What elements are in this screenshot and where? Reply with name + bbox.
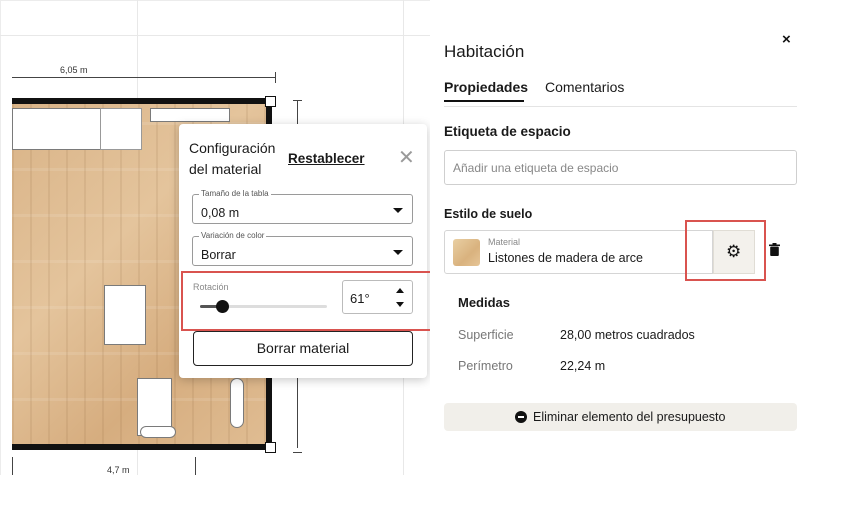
corner-handle[interactable] <box>265 96 276 107</box>
material-settings-popup: Configuración del material Restablecer ✕… <box>179 124 432 378</box>
floor-material-selector[interactable]: Material Listones de madera de arce <box>444 230 713 274</box>
dimension-tick <box>293 100 302 101</box>
floor-style-heading: Estilo de suelo <box>444 207 533 221</box>
board-size-legend: Tamaño de la tabla <box>199 189 271 199</box>
close-icon[interactable]: ✕ <box>398 148 415 168</box>
clear-material-button[interactable]: Borrar material <box>193 331 413 366</box>
material-name: Listones de madera de arce <box>488 251 643 265</box>
trash-icon[interactable] <box>769 243 780 259</box>
grid-line <box>0 35 430 36</box>
board-size-select[interactable]: Tamaño de la tabla 0,08 m <box>192 189 413 224</box>
chevron-down-icon <box>393 250 403 255</box>
divider <box>444 106 797 107</box>
rotation-slider[interactable] <box>200 300 327 313</box>
wall-bottom[interactable] <box>12 444 275 450</box>
measure-key-area: Superficie <box>458 328 514 342</box>
dimension-tick <box>293 452 302 453</box>
close-icon[interactable]: × <box>782 31 791 48</box>
color-variation-legend: Variación de color <box>199 231 267 241</box>
space-label-input[interactable]: Añadir una etiqueta de espacio <box>444 150 797 185</box>
table-furniture[interactable] <box>104 285 146 345</box>
material-caption: Material <box>488 237 521 247</box>
tab-comments[interactable]: Comentarios <box>545 79 624 95</box>
wall-top[interactable] <box>12 98 275 104</box>
dimension-tick <box>12 457 13 475</box>
board-size-value: 0,08 m <box>201 206 240 220</box>
measure-value-area: 28,00 metros cuadrados <box>560 328 695 342</box>
corner-handle[interactable] <box>265 442 276 453</box>
color-variation-value: Borrar <box>201 248 236 262</box>
dimension-label-top: 6,05 m <box>60 65 88 75</box>
tab-properties[interactable]: Propiedades <box>444 79 528 95</box>
measure-key-perimeter: Perímetro <box>458 359 513 373</box>
dimension-line-top <box>12 77 276 78</box>
space-label-heading: Etiqueta de espacio <box>444 124 571 139</box>
popup-title: Configuración del material <box>189 140 276 177</box>
chevron-down-icon <box>393 208 403 213</box>
panel-title: Habitación <box>444 42 525 61</box>
rotation-value: 61° <box>350 291 370 306</box>
sofa-cushion <box>100 108 142 150</box>
settings-highlight <box>685 220 766 281</box>
stool-furniture[interactable] <box>140 426 176 438</box>
properties-panel: Habitación × Propiedades Comentarios Eti… <box>430 0 847 507</box>
dimension-label-bottom: 4,7 m <box>107 465 130 475</box>
slider-thumb[interactable] <box>215 300 229 313</box>
remove-button-label: Eliminar elemento del presupuesto <box>533 410 726 424</box>
material-swatch <box>453 239 480 266</box>
dimension-tick <box>195 457 196 475</box>
chevron-up-icon[interactable] <box>396 288 404 293</box>
measure-value-perimeter: 22,24 m <box>560 359 606 373</box>
rotation-label: Rotación <box>193 282 229 292</box>
door-swing[interactable] <box>230 378 244 428</box>
minus-circle-icon <box>515 411 527 423</box>
reset-link[interactable]: Restablecer <box>288 151 365 166</box>
active-tab-indicator <box>444 100 524 102</box>
measures-heading: Medidas <box>458 295 511 310</box>
color-variation-select[interactable]: Variación de color Borrar <box>192 231 413 266</box>
remove-from-budget-button[interactable]: Eliminar elemento del presupuesto <box>444 403 797 431</box>
chevron-down-icon[interactable] <box>396 302 404 307</box>
shelf-furniture[interactable] <box>150 108 230 122</box>
rotation-stepper[interactable]: 61° <box>342 280 413 314</box>
dimension-tick <box>275 72 276 83</box>
